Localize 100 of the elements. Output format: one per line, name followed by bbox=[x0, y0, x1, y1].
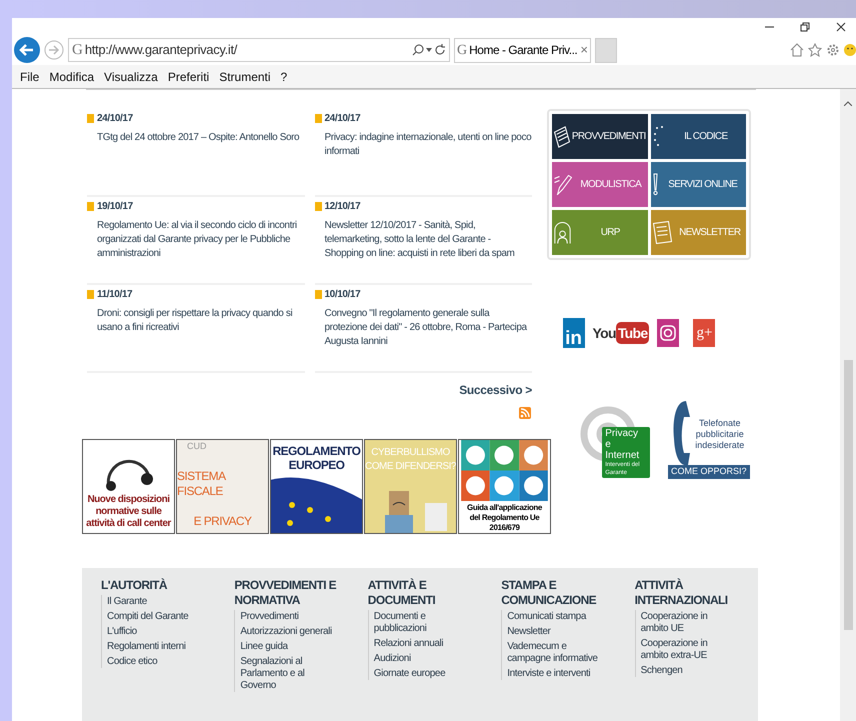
scroll-thumb[interactable] bbox=[844, 360, 852, 630]
address-field[interactable]: G http://www.garanteprivacy.it/ bbox=[68, 38, 450, 62]
browser-tab[interactable]: G Home - Garante Priv... × bbox=[454, 38, 591, 62]
star-icon[interactable] bbox=[808, 43, 822, 57]
footer-link[interactable]: Documenti e pubblicazioni bbox=[374, 611, 492, 635]
bullet-icon bbox=[87, 290, 94, 299]
banner-text: Nuove disposizioni normative sulle attività di call center bbox=[85, 494, 172, 530]
news-link[interactable]: Regolamento Ue: al via il secondo ciclo di incontri organizzati dal Garante privacy per le Pubbliche amministrazioni bbox=[87, 219, 304, 261]
badge-text: Privacy bbox=[605, 428, 640, 439]
news-date: 10/10/17 bbox=[324, 288, 360, 302]
menu-item[interactable]: Strumenti bbox=[219, 68, 271, 86]
footer-link[interactable]: Audizioni bbox=[374, 653, 492, 665]
banner[interactable]: Guida all'applicazione del Regolamento Ue 2016/679 bbox=[458, 439, 551, 534]
tab-close[interactable]: × bbox=[580, 40, 588, 60]
smiley-icon[interactable] bbox=[844, 43, 856, 57]
address-text: http://www.garanteprivacy.it/ bbox=[84, 41, 238, 60]
footer-link[interactable]: Codice etico bbox=[107, 656, 224, 668]
footer-link[interactable]: Cooperazione in ambito extra-UE bbox=[640, 638, 758, 662]
footer-link[interactable]: Vademecum e campagne informative bbox=[507, 641, 625, 665]
menu-tile[interactable]: URP bbox=[552, 210, 648, 255]
footer-link[interactable]: Segnalazioni al Parlamento e al Governo bbox=[240, 656, 358, 692]
googleplus-icon[interactable]: g+ bbox=[693, 319, 716, 347]
site-icon: G bbox=[457, 40, 468, 60]
menu-tile[interactable]: SERVIZI ONLINE bbox=[650, 162, 746, 207]
news-date: 24/10/17 bbox=[97, 112, 133, 126]
banner[interactable]: REGOLAMENTO EUROPEO bbox=[270, 439, 363, 534]
banner[interactable]: Nuove disposizioni normative sulle attività di call center bbox=[82, 439, 175, 534]
footer-link[interactable]: Interviste e interventi bbox=[507, 668, 625, 680]
footer-link[interactable]: Regolamenti interni bbox=[107, 641, 224, 653]
badge-text: COME OPPORSI? bbox=[668, 465, 750, 478]
news-date: 12/10/17 bbox=[324, 200, 360, 214]
scroll-up-icon[interactable] bbox=[844, 101, 852, 106]
back-icon[interactable] bbox=[14, 37, 40, 63]
menu-tile[interactable]: PROVVEDIMENTI bbox=[552, 114, 648, 159]
footer-heading: L'AUTORITÀ bbox=[101, 578, 168, 593]
menu-item[interactable]: Visualizza bbox=[104, 68, 158, 86]
banner-text: E PRIVACY bbox=[194, 514, 252, 529]
tile-icon bbox=[652, 221, 672, 244]
banner-text: REGOLAMENTO bbox=[272, 444, 360, 458]
news-link[interactable]: Newsletter 12/10/2017 - Sanità, Spid, telemarketing, sotto la lente del Garante - Shopping on line: acquisti in rete liberi da spam bbox=[314, 219, 532, 261]
rss-icon[interactable] bbox=[519, 407, 531, 419]
footer-link[interactable]: Newsletter bbox=[507, 626, 625, 638]
tile-label: NEWSLETTER bbox=[678, 226, 742, 240]
search-icon[interactable] bbox=[412, 44, 424, 56]
tile-label: SERVIZI ONLINE bbox=[667, 178, 738, 192]
linkedin-icon[interactable]: in bbox=[562, 318, 585, 348]
bullet-icon bbox=[314, 290, 322, 299]
footer-link[interactable]: L'ufficio bbox=[107, 626, 224, 638]
menu-tile[interactable]: IL CODICE bbox=[650, 114, 746, 159]
menu-item[interactable]: Modifica bbox=[49, 68, 94, 86]
tile-label: URP bbox=[600, 226, 621, 240]
footer-heading: ATTIVITÀ E DOCUMENTI bbox=[368, 578, 436, 608]
instagram-icon bbox=[657, 319, 680, 347]
bullet-icon bbox=[314, 114, 322, 123]
forward-icon[interactable] bbox=[44, 40, 64, 60]
dropdown-caret-icon[interactable] bbox=[426, 48, 432, 52]
news-link[interactable]: Privacy: indagine internazionale, utenti on line poco informati bbox=[314, 131, 532, 159]
footer-link[interactable]: Schengen bbox=[640, 665, 758, 677]
next-link[interactable]: Successivo > bbox=[459, 381, 532, 399]
tile-icon bbox=[554, 174, 572, 194]
tile-label: PROVVEDIMENTI bbox=[571, 130, 647, 144]
settings-icon[interactable] bbox=[826, 43, 840, 57]
footer-link[interactable]: Provvedimenti bbox=[240, 611, 358, 623]
badge-text: Telefonate pubblicitarie indesiderate bbox=[694, 418, 746, 450]
banner-text: CYBERBULLISMO bbox=[371, 446, 450, 460]
footer-link[interactable]: Cooperazione in ambito UE bbox=[640, 611, 758, 635]
footer-heading: STAMPA E COMUNICAZIONE bbox=[501, 578, 598, 608]
menu-item[interactable]: File bbox=[20, 68, 40, 86]
telefonate-banner[interactable]: Telefonate pubblicitarie indesiderate COME OPPORSI? bbox=[668, 399, 749, 479]
news-date: 11/10/17 bbox=[97, 288, 132, 302]
footer-link[interactable]: Autorizzazioni generali bbox=[240, 626, 358, 638]
badge-text: e Internet bbox=[605, 439, 640, 461]
scrollbar[interactable] bbox=[840, 89, 856, 721]
menu-item[interactable]: Preferiti bbox=[168, 68, 210, 86]
bullet-icon bbox=[87, 202, 94, 211]
close-icon[interactable] bbox=[836, 22, 846, 32]
news-link[interactable]: Convegno "Il regolamento generale sulla protezione dei dati" - 26 ottobre, Roma - Partecipa Augusta Iannini bbox=[314, 307, 532, 349]
news-link[interactable]: Droni: consigli per rispettare la privacy quando si usano a fini ricreativi bbox=[87, 307, 304, 335]
footer-link[interactable]: Relazioni annuali bbox=[374, 638, 492, 650]
news-date: 24/10/17 bbox=[324, 112, 360, 126]
menu-tile[interactable]: MODULISTICA bbox=[552, 162, 648, 207]
restore-icon[interactable] bbox=[800, 22, 810, 32]
tile-icon bbox=[652, 173, 658, 196]
footer-link[interactable]: Linee guida bbox=[240, 641, 358, 653]
news-date: 19/10/17 bbox=[97, 200, 133, 214]
footer-link[interactable]: Compiti del Garante bbox=[107, 611, 224, 623]
menu-item[interactable]: ? bbox=[280, 68, 288, 86]
banner-text: CUD bbox=[186, 440, 206, 453]
tile-icon bbox=[652, 126, 664, 147]
tile-label: IL CODICE bbox=[683, 130, 729, 144]
home-icon[interactable] bbox=[790, 43, 804, 57]
footer-link[interactable]: Comunicati stampa bbox=[507, 611, 625, 623]
bullet-icon bbox=[314, 202, 322, 211]
footer-link[interactable]: Il Garante bbox=[107, 596, 224, 608]
refresh-icon[interactable] bbox=[434, 44, 446, 56]
footer-link[interactable]: Giornate europee bbox=[374, 668, 492, 680]
news-link[interactable]: TGtg del 24 ottobre 2017 – Ospite: Antonello Soro bbox=[87, 131, 304, 145]
tile-icon bbox=[554, 222, 571, 244]
banner-text: Guida all'applicazione del Regolamento Ue 2016/679 bbox=[466, 503, 543, 533]
banner-text: SISTEMA FISCALE bbox=[177, 468, 226, 499]
